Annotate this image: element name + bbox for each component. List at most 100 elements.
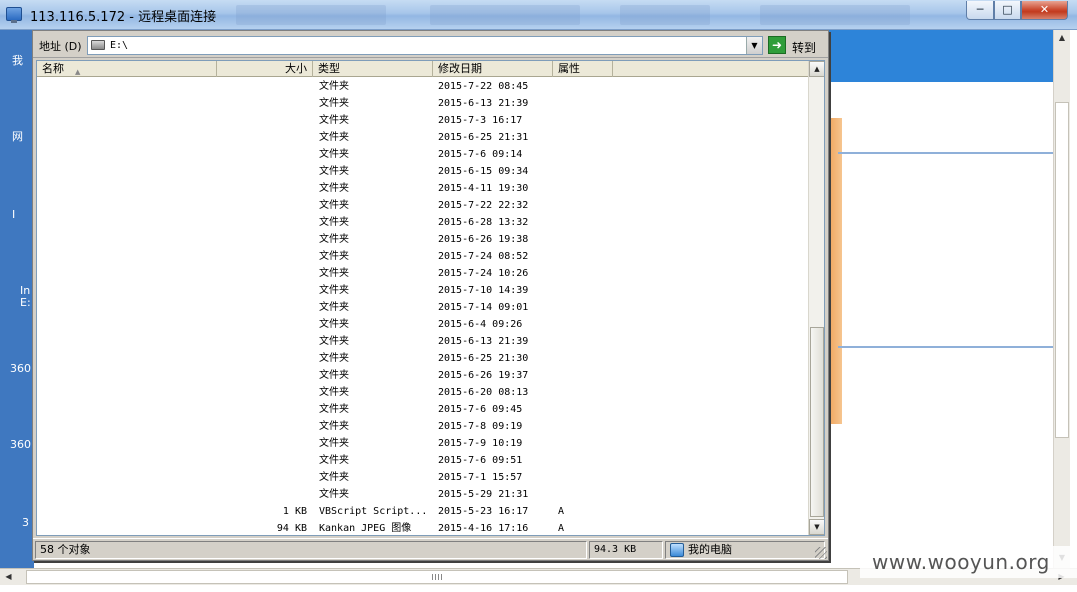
cell-modified: 2015-7-22 22:32 [438, 200, 529, 211]
desktop-fragment: 网 [12, 130, 23, 143]
background-tab [760, 5, 910, 25]
table-row[interactable]: 天麓300文件夹2015-6-28 13:32 [37, 214, 808, 231]
status-bar: 58 个对象 94.3 KB 我的电脑 [33, 538, 828, 560]
background-tab [620, 5, 710, 25]
cell-modified: 2015-6-26 19:38 [438, 234, 529, 245]
column-modified[interactable]: 修改日期 [433, 61, 553, 77]
table-row[interactable]: 新建文件夹 (2)文件夹2015-6-4 09:26 [37, 316, 808, 333]
minimize-button[interactable]: ─ [966, 1, 994, 20]
table-row[interactable]: 三远大爱城文件夹2015-7-22 22:32 [37, 197, 808, 214]
go-button[interactable]: ➜ 转到 [767, 35, 823, 55]
desktop-fragment: 360 [10, 438, 31, 451]
arrow-right-icon: ➜ [768, 36, 786, 54]
cell-type: 文件夹 [319, 217, 349, 228]
table-row[interactable]: 周文件夹2015-7-9 10:19 [37, 435, 808, 452]
computer-icon [670, 543, 684, 557]
table-row[interactable]: 新建文件夹 (5)文件夹2015-6-26 19:37 [37, 367, 808, 384]
table-row[interactable]: 银湖山庄200文件夹2015-7-8 09:19 [37, 418, 808, 435]
cell-modified: 2015-4-16 17:16 [438, 523, 529, 534]
column-attributes[interactable]: 属性 [553, 61, 613, 77]
remote-desktop-icons-strip: 我 网 I In E: 360 360 3 [0, 30, 34, 568]
scroll-thumb[interactable] [1055, 102, 1069, 438]
table-row[interactable]: 周经理资料文件夹2015-7-1 15:57 [37, 469, 808, 486]
file-rows: 梁绍鹏文件夹2015-7-22 08:45迷你新居37.8平文件夹2015-6-… [37, 78, 808, 535]
table-row[interactable]: 新建文件夹 (3)文件夹2015-6-13 21:39 [37, 333, 808, 350]
table-row[interactable]: 字体文件夹2015-5-29 21:31 [37, 486, 808, 503]
file-explorer-window: 地址 (D) E:\ ▼ ➜ 转到 名称 ▲ 大小 类型 修改日期 属性 梁绍鹏… [32, 30, 829, 561]
cell-modified: 2015-7-6 09:51 [438, 455, 523, 466]
chevron-down-icon[interactable]: ▼ [746, 37, 762, 54]
cell-type: 文件夹 [319, 387, 349, 398]
list-vertical-scrollbar[interactable]: ▲ ▼ [808, 61, 824, 535]
scroll-thumb[interactable] [810, 327, 824, 517]
table-row[interactable]: 迅雷下载文件夹2015-6-20 08:13 [37, 384, 808, 401]
cell-type: 文件夹 [319, 285, 349, 296]
table-row[interactable]: 新建文件夹文件夹2015-7-14 09:01 [37, 299, 808, 316]
cell-type: 文件夹 [319, 132, 349, 143]
cell-modified: 2015-7-8 09:19 [438, 421, 523, 432]
cell-type: 文件夹 [319, 149, 349, 160]
status-size: 94.3 KB [589, 541, 663, 559]
maximize-button[interactable]: □ [994, 1, 1021, 20]
cell-type: 文件夹 [319, 353, 349, 364]
cell-type: 文件夹 [319, 115, 349, 126]
column-name-label: 名称 [42, 62, 64, 75]
column-name[interactable]: 名称 ▲ [37, 61, 217, 77]
table-row[interactable]: 彭东虎房源照片文件夹2015-4-11 19:30 [37, 180, 808, 197]
cell-size: 1 KB [282, 506, 307, 517]
scroll-left-arrow-icon[interactable]: ◀ [0, 569, 17, 585]
drive-icon [91, 40, 105, 50]
page-banner-image [828, 118, 842, 424]
cell-modified: 2015-7-24 10:26 [438, 268, 529, 279]
cell-modified: 2015-4-11 19:30 [438, 183, 529, 194]
table-row[interactable]: 谢晓锋文件夹2015-7-10 14:39 [37, 282, 808, 299]
scroll-down-arrow-icon[interactable]: ▼ [809, 519, 824, 535]
scroll-up-arrow-icon[interactable]: ▲ [1054, 30, 1070, 46]
cell-type: 文件夹 [319, 98, 349, 109]
cell-modified: 2015-5-29 21:31 [438, 489, 529, 500]
table-row[interactable]: 新建文件夹 (4)文件夹2015-6-25 21:30 [37, 350, 808, 367]
cell-modified: 2015-7-3 16:17 [438, 115, 523, 126]
table-row[interactable]: 吴纪东2文件夹2015-7-24 10:26 [37, 265, 808, 282]
remote-vertical-scrollbar[interactable]: ▲ ▼ [1053, 30, 1070, 568]
cell-modified: 2015-7-24 08:52 [438, 251, 529, 262]
resize-grip-icon[interactable] [815, 547, 827, 559]
address-input[interactable]: E:\ ▼ [87, 36, 763, 55]
address-label: 地址 (D) [39, 40, 82, 53]
table-row[interactable]: 泡泡海文件夹2015-6-15 09:34 [37, 163, 808, 180]
cell-type: 文件夹 [319, 81, 349, 92]
table-row[interactable]: 泡泡68文件夹2015-6-25 21:31 [37, 129, 808, 146]
cell-type: Kankan JPEG 图像 [319, 523, 412, 534]
table-row[interactable]: 泡泡101文件夹2015-7-6 09:14 [37, 146, 808, 163]
cell-type: 文件夹 [319, 268, 349, 279]
page-divider [838, 152, 1053, 154]
table-row[interactable]: 23261 KBVBScript Script...2015-5-23 16:1… [37, 503, 808, 520]
column-type[interactable]: 类型 [313, 61, 433, 77]
cell-type: 文件夹 [319, 302, 349, 313]
cell-modified: 2015-6-15 09:34 [438, 166, 529, 177]
cell-type: 文件夹 [319, 200, 349, 211]
cell-type: 文件夹 [319, 336, 349, 347]
remote-desktop-icon [6, 7, 22, 23]
cell-modified: 2015-7-14 09:01 [438, 302, 529, 313]
table-row[interactable]: 周 温莎堡文件夹2015-7-6 09:51 [37, 452, 808, 469]
desktop-fragment: 360 [10, 362, 31, 375]
cell-modified: 2015-7-22 08:45 [438, 81, 529, 92]
cell-modified: 2015-6-13 21:39 [438, 336, 529, 347]
table-row[interactable]: QQ图片2015041617163194 KBKankan JPEG 图像201… [37, 520, 808, 535]
cell-modified: 2015-6-20 08:13 [438, 387, 529, 398]
column-size[interactable]: 大小 [217, 61, 313, 77]
status-zone: 我的电脑 [665, 541, 825, 559]
table-row[interactable]: 卧龙山水月湾文件夹2015-6-26 19:38 [37, 231, 808, 248]
table-row[interactable]: 泡泡48文件夹2015-7-3 16:17 [37, 112, 808, 129]
table-row[interactable]: 迷你新居37.8平文件夹2015-6-13 21:39 [37, 95, 808, 112]
close-button[interactable]: ✕ [1021, 1, 1068, 20]
scroll-up-arrow-icon[interactable]: ▲ [809, 61, 824, 77]
table-row[interactable]: 银湖山庄文件夹2015-7-6 09:45 [37, 401, 808, 418]
cell-modified: 2015-7-9 10:19 [438, 438, 523, 449]
table-row[interactable]: 梁绍鹏文件夹2015-7-22 08:45 [37, 78, 808, 95]
scroll-thumb[interactable] [26, 570, 848, 584]
table-row[interactable]: 吴纪东文件夹2015-7-24 08:52 [37, 248, 808, 265]
rdp-title-bar[interactable]: 113.116.5.172 - 远程桌面连接 ─ □ ✕ [0, 0, 1077, 30]
file-list[interactable]: 名称 ▲ 大小 类型 修改日期 属性 梁绍鹏文件夹2015-7-22 08:45… [36, 60, 825, 536]
